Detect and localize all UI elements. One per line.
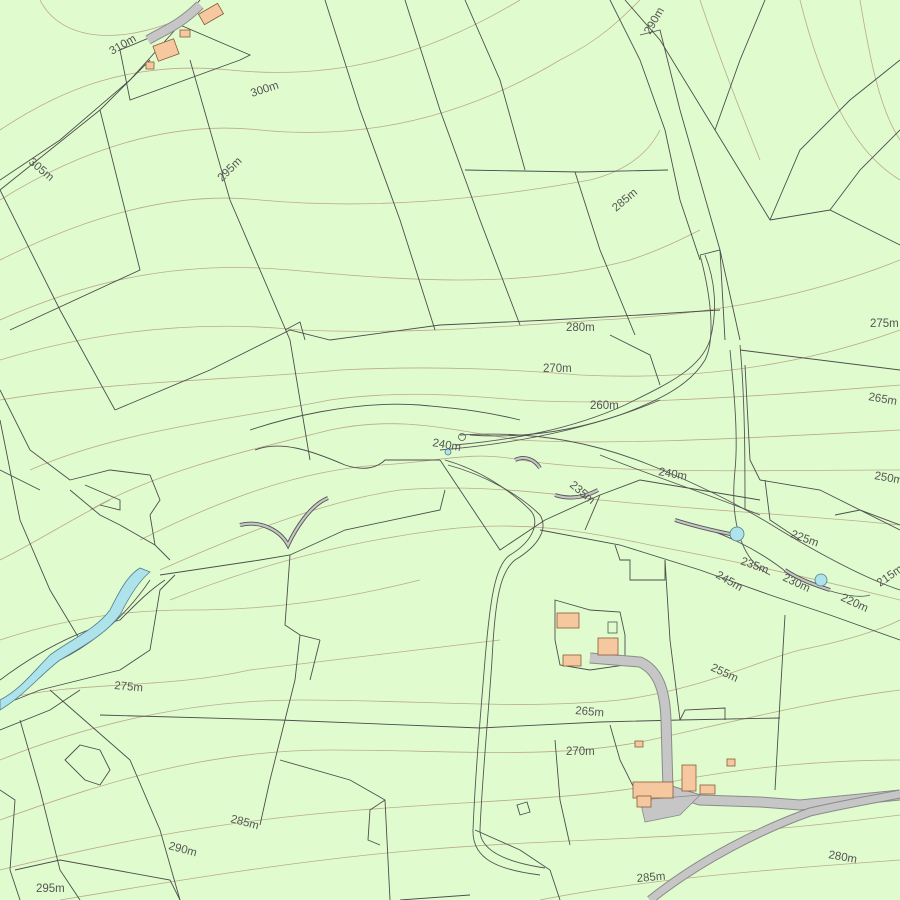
building: [556, 612, 580, 629]
pond: [814, 573, 828, 587]
contour-label: 270m: [543, 363, 572, 375]
building: [179, 29, 191, 38]
contour-label: 275m: [870, 318, 899, 330]
contour-label: 260m: [590, 400, 619, 412]
contour-label: 275m: [114, 680, 144, 694]
building: [634, 740, 644, 748]
building: [681, 764, 697, 792]
pond: [729, 526, 745, 542]
contour-label: 270m: [566, 746, 595, 758]
building: [636, 795, 652, 808]
contour-label: 280m: [566, 322, 595, 334]
contour-label: 295m: [36, 883, 65, 895]
building: [145, 61, 155, 70]
building: [562, 654, 582, 667]
building: [726, 758, 736, 767]
building: [597, 637, 619, 656]
os-map: 310m 300m 305m 295m 290m 285m 280m 270m …: [0, 0, 900, 900]
building: [632, 781, 674, 799]
contour-label: 285m: [636, 871, 666, 885]
building: [699, 784, 716, 795]
contour-label: 265m: [575, 705, 605, 719]
